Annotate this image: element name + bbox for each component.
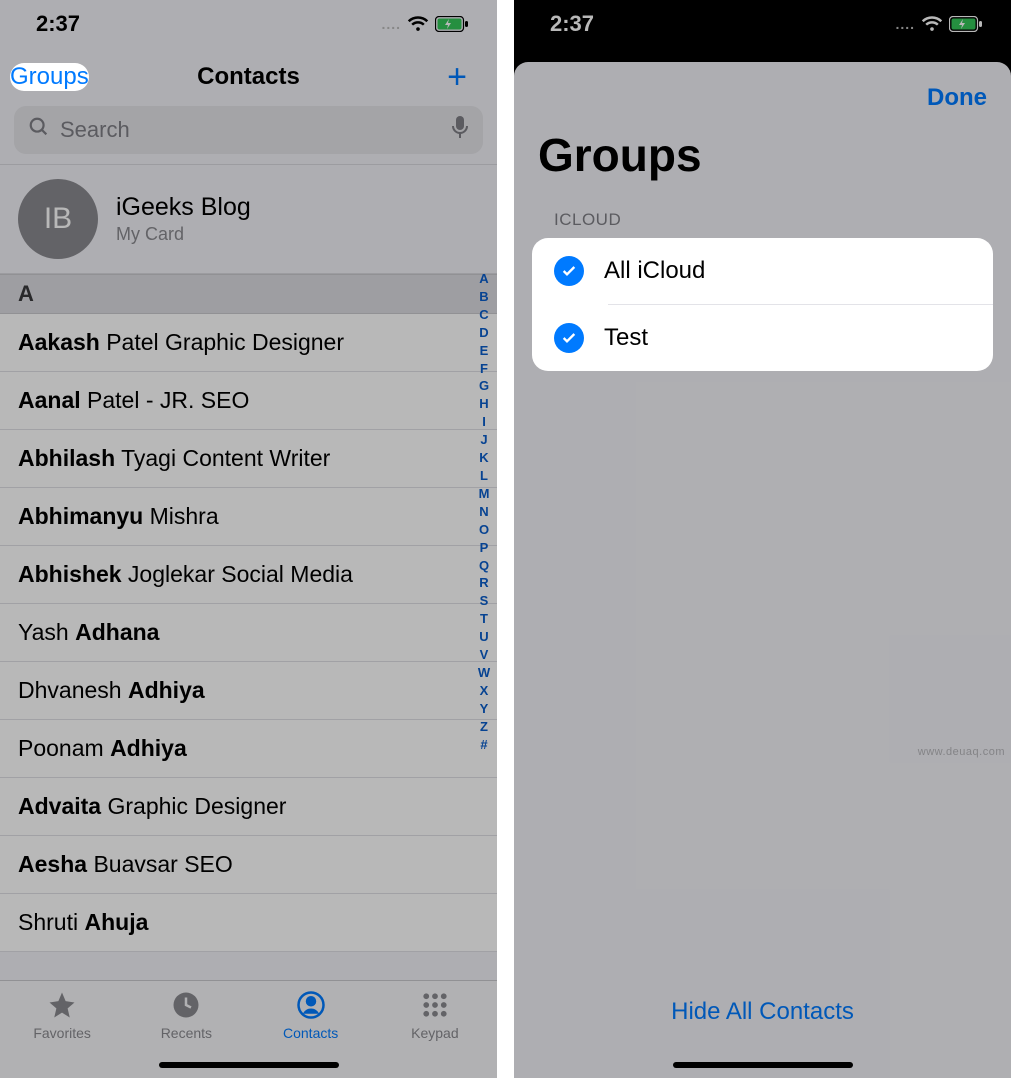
sheet-title: Groups: [514, 118, 1011, 202]
contact-row[interactable]: Abhimanyu Mishra: [0, 488, 497, 546]
contact-row[interactable]: Yash Adhana: [0, 604, 497, 662]
checkmark-icon: [554, 256, 584, 286]
contacts-screen: 2:37 .... Groups Contacts + Search IB: [0, 0, 497, 1078]
star-icon: [47, 989, 77, 1021]
keypad-icon: [420, 989, 450, 1021]
contact-row[interactable]: Aanal Patel - JR. SEO: [0, 372, 497, 430]
groups-screen: 2:37 .... Done Groups ICLOUD All iCloud: [514, 0, 1011, 1078]
tab-favorites[interactable]: Favorites: [0, 989, 124, 1078]
cellular-dots-icon: ....: [381, 16, 401, 32]
contact-row[interactable]: Dhvanesh Adhiya: [0, 662, 497, 720]
contact-row[interactable]: Poonam Adhiya: [0, 720, 497, 778]
my-card-sub: My Card: [116, 224, 251, 245]
status-time: 2:37: [36, 11, 80, 37]
mic-icon[interactable]: [451, 115, 469, 145]
group-label: All iCloud: [604, 257, 705, 285]
battery-charging-icon: [435, 16, 469, 32]
nav-bar: Groups Contacts +: [0, 48, 497, 106]
section-index[interactable]: ABCDEFGHIJKLMNOPQRSTUVWXYZ#: [475, 270, 493, 753]
home-indicator[interactable]: [159, 1062, 339, 1068]
status-time: 2:37: [550, 11, 594, 37]
page-title: Contacts: [197, 63, 300, 91]
tab-label: Keypad: [411, 1025, 458, 1041]
section-label: ICLOUD: [514, 202, 1011, 238]
status-bar: 2:37 ....: [0, 0, 497, 48]
search-icon: [28, 116, 50, 144]
add-contact-button[interactable]: +: [439, 54, 475, 101]
wifi-icon: [921, 15, 943, 33]
my-card-name: iGeeks Blog: [116, 193, 251, 222]
status-bar: 2:37 ....: [514, 0, 1011, 48]
contact-row[interactable]: Advaita Graphic Designer: [0, 778, 497, 836]
watermark: www.deuaq.com: [918, 746, 1005, 758]
checkmark-icon: [554, 323, 584, 353]
contact-row[interactable]: Shruti Ahuja: [0, 894, 497, 952]
tab-keypad[interactable]: Keypad: [373, 989, 497, 1078]
group-row-test[interactable]: Test: [532, 305, 993, 371]
tab-label: Contacts: [283, 1025, 338, 1041]
search-input[interactable]: Search: [14, 106, 483, 154]
wifi-icon: [407, 15, 429, 33]
done-button[interactable]: Done: [927, 84, 987, 112]
group-list: All iCloud Test: [532, 238, 993, 371]
contact-row[interactable]: Abhishek Joglekar Social Media: [0, 546, 497, 604]
hide-all-button[interactable]: Hide All Contacts: [514, 998, 1011, 1026]
groups-sheet: Done Groups ICLOUD All iCloud Test Hide …: [514, 62, 1011, 1078]
contact-row[interactable]: Abhilash Tyagi Content Writer: [0, 430, 497, 488]
tab-label: Favorites: [33, 1025, 91, 1041]
section-header: A: [0, 274, 497, 314]
contact-list: Aakash Patel Graphic Designer Aanal Pate…: [0, 314, 497, 952]
cellular-dots-icon: ....: [895, 16, 915, 32]
my-card-row[interactable]: IB iGeeks Blog My Card: [0, 164, 497, 274]
tab-label: Recents: [161, 1025, 212, 1041]
home-indicator[interactable]: [673, 1062, 853, 1068]
group-label: Test: [604, 324, 648, 352]
contact-row[interactable]: Aesha Buavsar SEO: [0, 836, 497, 894]
group-row-all-icloud[interactable]: All iCloud: [532, 238, 993, 304]
groups-button[interactable]: Groups: [10, 63, 89, 91]
battery-charging-icon: [949, 16, 983, 32]
search-placeholder: Search: [60, 117, 130, 143]
contact-row[interactable]: Aakash Patel Graphic Designer: [0, 314, 497, 372]
person-circle-icon: [296, 989, 326, 1021]
clock-icon: [171, 989, 201, 1021]
avatar: IB: [18, 179, 98, 259]
